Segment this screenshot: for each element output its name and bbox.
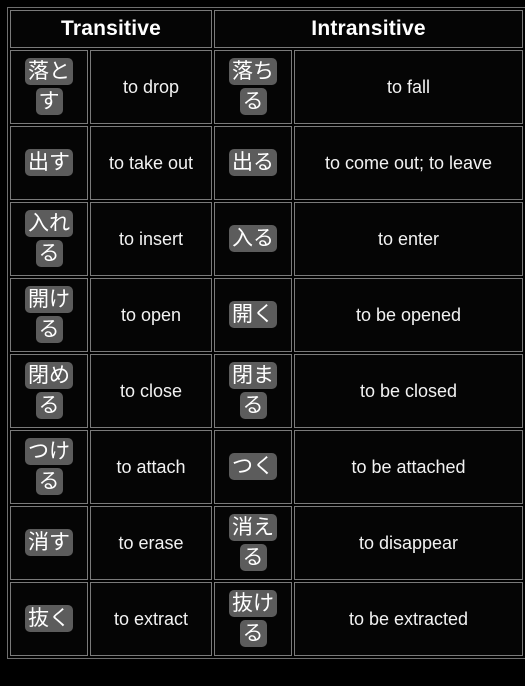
table-row: 入れる to insert 入る to enter: [10, 202, 523, 276]
transitive-meaning-cell: to insert: [90, 202, 212, 276]
japanese-word-highlight: 消す: [25, 528, 73, 556]
japanese-word-wrapper: 出す: [20, 148, 78, 178]
english-meaning-text: to insert: [118, 228, 184, 249]
intransitive-japanese-cell: 抜ける: [214, 582, 292, 656]
table-row: 開ける to open 開く to be opened: [10, 278, 523, 352]
transitive-intransitive-table: Transitive Intransitive 落とす to drop 落ちる to …: [7, 7, 525, 659]
japanese-word-wrapper: つく: [224, 452, 282, 482]
intransitive-japanese-cell: 入る: [214, 202, 292, 276]
intransitive-meaning-cell: to be attached: [294, 430, 523, 504]
english-meaning-text: to fall: [386, 76, 431, 97]
japanese-word-highlight: つく: [229, 452, 277, 480]
verb-pairs-page: Transitive Intransitive 落とす to drop 落ちる to …: [0, 0, 525, 686]
japanese-word-wrapper: 閉める: [20, 361, 78, 422]
intransitive-meaning-cell: to be extracted: [294, 582, 523, 656]
japanese-word-highlight: つける: [25, 437, 73, 495]
intransitive-japanese-cell: 閉まる: [214, 354, 292, 428]
japanese-word-wrapper: 落ちる: [224, 57, 282, 118]
english-meaning-text: to be extracted: [348, 608, 469, 629]
english-meaning-text: to extract: [113, 608, 189, 629]
japanese-word-wrapper: 入る: [224, 224, 282, 254]
intransitive-japanese-cell: 出る: [214, 126, 292, 200]
english-meaning-text: to open: [120, 304, 182, 325]
japanese-word-highlight: 開く: [229, 300, 277, 328]
intransitive-japanese-cell: 消える: [214, 506, 292, 580]
intransitive-japanese-cell: つく: [214, 430, 292, 504]
intransitive-meaning-cell: to enter: [294, 202, 523, 276]
japanese-word-highlight: 出す: [25, 148, 73, 176]
english-meaning-text: to be opened: [355, 304, 462, 325]
english-meaning-text: to erase: [118, 532, 184, 553]
japanese-word-highlight: 出る: [229, 148, 277, 176]
table-row: 抜く to extract 抜ける to be extracted: [10, 582, 523, 656]
english-meaning-text: to be closed: [359, 380, 458, 401]
japanese-word-highlight: 落とす: [25, 57, 73, 115]
intransitive-meaning-cell: to fall: [294, 50, 523, 124]
table-header: Transitive Intransitive: [10, 10, 523, 48]
japanese-word-wrapper: 入れる: [20, 209, 78, 270]
japanese-word-highlight: 開ける: [25, 285, 73, 343]
english-meaning-text: to take out: [108, 152, 194, 173]
english-meaning-text: to drop: [122, 76, 180, 97]
intransitive-meaning-cell: to disappear: [294, 506, 523, 580]
japanese-word-wrapper: 開く: [224, 300, 282, 330]
table-row: 閉める to close 閉まる to be closed: [10, 354, 523, 428]
table-body: 落とす to drop 落ちる to fall 出す to take out 出る to co…: [10, 50, 523, 656]
japanese-word-wrapper: 消える: [224, 513, 282, 574]
header-row: Transitive Intransitive: [10, 10, 523, 48]
japanese-word-wrapper: 開ける: [20, 285, 78, 346]
english-meaning-text: to close: [119, 380, 183, 401]
transitive-japanese-cell: 入れる: [10, 202, 88, 276]
japanese-word-wrapper: 抜ける: [224, 589, 282, 650]
table-row: 消す to erase 消える to disappear: [10, 506, 523, 580]
column-header-intransitive: Intransitive: [214, 10, 523, 48]
japanese-word-highlight: 入れる: [25, 209, 73, 267]
intransitive-meaning-cell: to be opened: [294, 278, 523, 352]
transitive-japanese-cell: 出す: [10, 126, 88, 200]
table-row: 落とす to drop 落ちる to fall: [10, 50, 523, 124]
transitive-japanese-cell: 閉める: [10, 354, 88, 428]
english-meaning-text: to enter: [377, 228, 440, 249]
japanese-word-highlight: 抜く: [25, 604, 73, 632]
transitive-meaning-cell: to open: [90, 278, 212, 352]
transitive-japanese-cell: 落とす: [10, 50, 88, 124]
japanese-word-highlight: 閉まる: [229, 361, 277, 419]
intransitive-japanese-cell: 開く: [214, 278, 292, 352]
japanese-word-wrapper: 落とす: [20, 57, 78, 118]
transitive-meaning-cell: to attach: [90, 430, 212, 504]
japanese-word-highlight: 消える: [229, 513, 277, 571]
table-row: 出す to take out 出る to come out; to leave: [10, 126, 523, 200]
intransitive-meaning-cell: to be closed: [294, 354, 523, 428]
japanese-word-highlight: 抜ける: [229, 589, 277, 647]
transitive-meaning-cell: to drop: [90, 50, 212, 124]
japanese-word-wrapper: 閉まる: [224, 361, 282, 422]
japanese-word-highlight: 入る: [229, 224, 277, 252]
japanese-word-wrapper: 出る: [224, 148, 282, 178]
transitive-meaning-cell: to extract: [90, 582, 212, 656]
english-meaning-text: to be attached: [351, 456, 466, 477]
japanese-word-highlight: 閉める: [25, 361, 73, 419]
english-meaning-text: to disappear: [358, 532, 459, 553]
transitive-meaning-cell: to erase: [90, 506, 212, 580]
transitive-japanese-cell: 抜く: [10, 582, 88, 656]
transitive-japanese-cell: 消す: [10, 506, 88, 580]
transitive-japanese-cell: 開ける: [10, 278, 88, 352]
table-row: つける to attach つく to be attached: [10, 430, 523, 504]
intransitive-japanese-cell: 落ちる: [214, 50, 292, 124]
column-header-transitive: Transitive: [10, 10, 212, 48]
english-meaning-text: to attach: [116, 456, 186, 477]
transitive-japanese-cell: つける: [10, 430, 88, 504]
transitive-meaning-cell: to take out: [90, 126, 212, 200]
intransitive-meaning-cell: to come out; to leave: [294, 126, 523, 200]
japanese-word-wrapper: 消す: [20, 528, 78, 558]
japanese-word-highlight: 落ちる: [229, 57, 277, 115]
transitive-meaning-cell: to close: [90, 354, 212, 428]
japanese-word-wrapper: 抜く: [20, 604, 78, 634]
japanese-word-wrapper: つける: [20, 437, 78, 498]
english-meaning-text: to come out; to leave: [324, 152, 493, 173]
